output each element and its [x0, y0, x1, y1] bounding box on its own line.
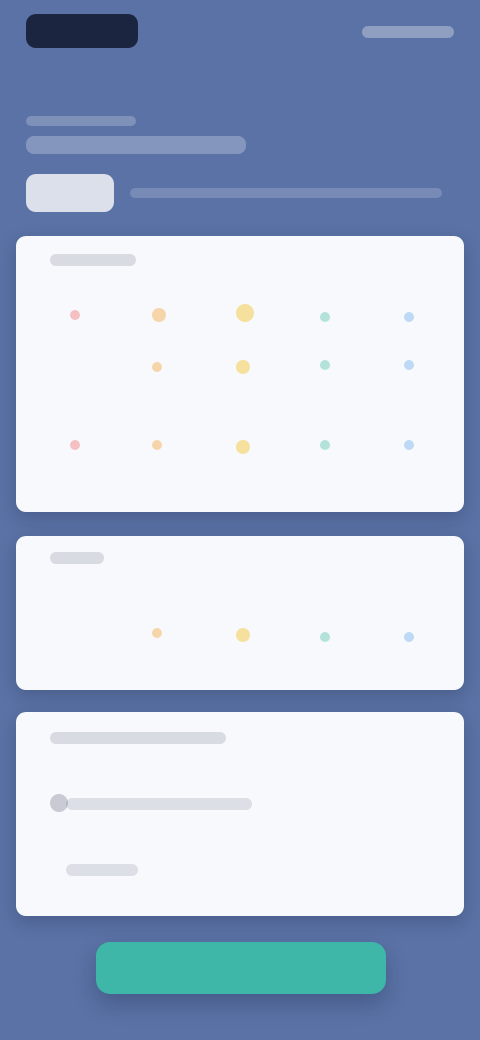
panel-1-dot	[236, 304, 254, 322]
panel-2-dot-row	[16, 536, 464, 690]
panel-1-dot	[236, 440, 250, 454]
panel-1-dot	[70, 310, 80, 320]
panel-2-dot	[320, 632, 330, 642]
panel-1-dot	[70, 440, 80, 450]
primary-cta-button[interactable]	[96, 942, 386, 994]
hero-description-placeholder	[130, 188, 442, 198]
panel-1-dot	[404, 360, 414, 370]
panel-1-dot-grid	[16, 236, 464, 512]
panel-2-dot	[404, 632, 414, 642]
panel-2-dot	[236, 628, 250, 642]
panel-1-dot	[320, 312, 330, 322]
logo	[26, 14, 138, 48]
hero-kicker-placeholder	[26, 116, 136, 126]
panel-1-dot	[152, 440, 162, 450]
hero-title-placeholder	[26, 136, 246, 154]
panel-1	[16, 236, 464, 512]
hero-chip-placeholder[interactable]	[26, 174, 114, 212]
panel-2	[16, 536, 464, 690]
panel-1-dot	[320, 360, 330, 370]
panel-3-row-placeholder-1[interactable]	[66, 798, 252, 810]
top-nav-placeholder[interactable]	[362, 26, 454, 38]
panel-2-dot	[152, 628, 162, 638]
hero	[26, 116, 456, 226]
panel-3	[16, 712, 464, 916]
panel-1-dot	[152, 308, 166, 322]
panel-3-row-placeholder-2[interactable]	[66, 864, 138, 876]
panel-1-dot	[320, 440, 330, 450]
panel-3-title-placeholder	[50, 732, 226, 744]
panel-1-dot	[404, 440, 414, 450]
primary-cta-label	[96, 942, 386, 994]
top-bar	[0, 0, 480, 70]
panel-1-dot	[236, 360, 250, 374]
panel-1-dot	[152, 362, 162, 372]
panel-1-dot	[404, 312, 414, 322]
